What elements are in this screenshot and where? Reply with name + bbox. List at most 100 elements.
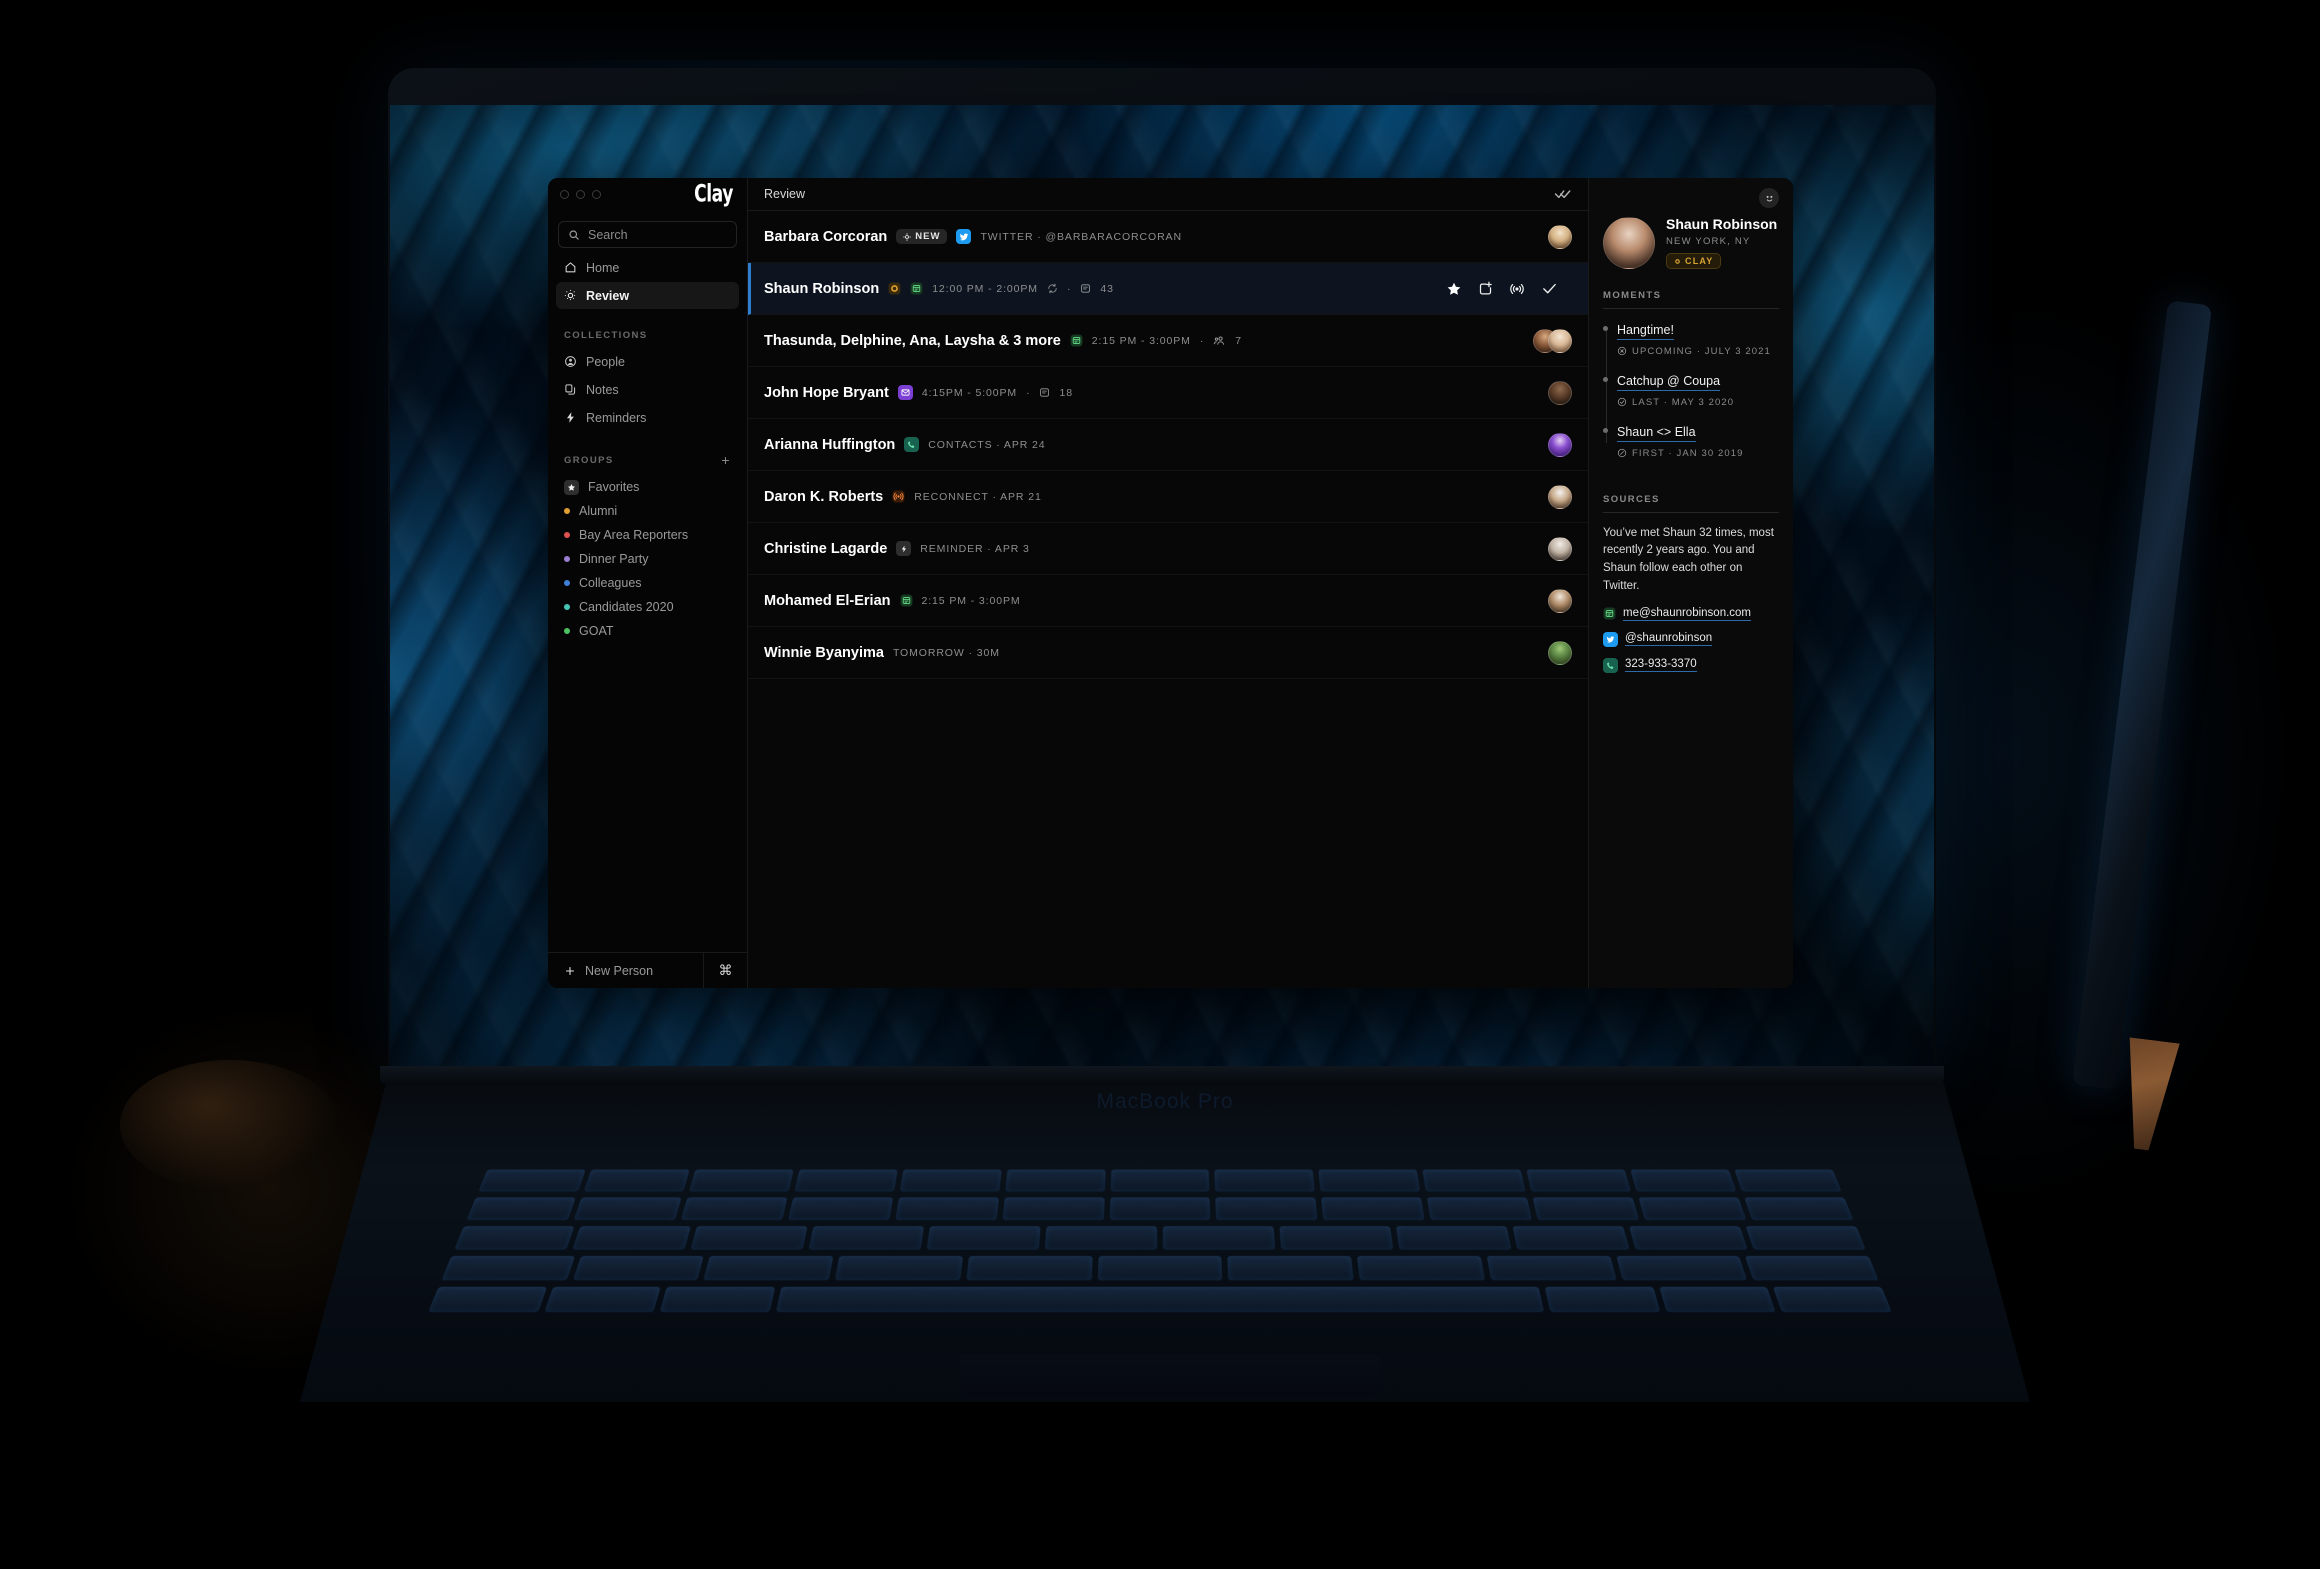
- source-email-text: me@shaunrobinson.com: [1623, 606, 1752, 621]
- table-row[interactable]: Mohamed El-Erian 2:15 PM - 3:00PM: [748, 575, 1588, 627]
- key: [1110, 1169, 1210, 1192]
- keyboard-row: [441, 1255, 1879, 1281]
- contact-name: Arianna Huffington: [764, 436, 896, 453]
- primary-nav: Home Review: [548, 254, 747, 310]
- zoom-button[interactable]: [592, 190, 601, 199]
- sidebar-group-label: Favorites: [588, 480, 640, 494]
- sidebar-item-review[interactable]: Review: [556, 282, 739, 309]
- avatar: [1548, 536, 1572, 561]
- group-color-dot: [564, 604, 570, 610]
- source-email[interactable]: me@shaunrobinson.com: [1603, 607, 1779, 621]
- groups-header-label: GROUPS: [564, 454, 614, 466]
- group-color-dot: [564, 580, 570, 586]
- stylus: [2072, 300, 2212, 1090]
- source-phone[interactable]: 323-933-3370: [1603, 657, 1779, 673]
- contact-name: Thasunda, Delphine, Ana, Laysha & 3 more: [764, 332, 1061, 349]
- recurring-icon: [1047, 283, 1058, 294]
- row-meta: 4:15PM - 5:00PM: [921, 386, 1018, 399]
- sidebar-item-people[interactable]: People: [556, 348, 739, 375]
- divider: [1603, 307, 1779, 309]
- list-item[interactable]: Shaun <> Ella FIRST · JAN 30 2019: [1603, 423, 1779, 459]
- calendar-icon: [1603, 607, 1616, 620]
- phone-icon: [1603, 657, 1618, 673]
- avatar: [1548, 432, 1572, 457]
- row-meta: TOMORROW · 30M: [892, 646, 1000, 659]
- traffic-lights[interactable]: [560, 190, 601, 199]
- add-group-button[interactable]: +: [721, 452, 731, 468]
- collections-list: People Notes Reminders: [548, 348, 747, 432]
- double-check-icon[interactable]: [1554, 185, 1572, 203]
- list-item[interactable]: Catchup @ Coupa LAST · MAY 3 2020: [1603, 372, 1779, 408]
- key: [441, 1255, 575, 1281]
- sun-icon: [564, 289, 577, 302]
- command-shortcut-button[interactable]: ⌘: [703, 953, 747, 988]
- table-row[interactable]: Shaun Robinson 12:00 PM - 2:00PM · 43: [748, 263, 1588, 315]
- sidebar-group-dinner-party[interactable]: Dinner Party: [548, 547, 747, 571]
- key: [1002, 1197, 1105, 1221]
- key: [690, 1226, 808, 1250]
- page-title: Review: [764, 187, 805, 201]
- table-row[interactable]: Winnie Byanyima TOMORROW · 30M: [748, 627, 1588, 679]
- new-person-button[interactable]: New Person: [548, 964, 703, 978]
- star-icon[interactable]: [1446, 281, 1462, 297]
- key: [926, 1226, 1041, 1250]
- key: [1109, 1197, 1211, 1221]
- key: [478, 1169, 586, 1192]
- moment-subtitle: FIRST · JAN 30 2019: [1617, 448, 1779, 459]
- sidebar-group-candidates-2020[interactable]: Candidates 2020: [548, 595, 747, 619]
- key: [1357, 1255, 1486, 1281]
- keyboard-row: [428, 1286, 1892, 1313]
- table-row[interactable]: Arianna Huffington CONTACTS · APR 24: [748, 419, 1588, 471]
- close-button[interactable]: [560, 190, 569, 199]
- table-row[interactable]: Daron K. Roberts RECONNECT · APR 21: [748, 471, 1588, 523]
- keyboard-row: [478, 1169, 1842, 1192]
- table-row[interactable]: John Hope Bryant 4:15PM - 5:00PM · 18: [748, 367, 1588, 419]
- contact-name: Barbara Corcoran: [764, 228, 888, 245]
- home-icon: [564, 261, 577, 274]
- sidebar-group-favorites[interactable]: Favorites: [548, 475, 747, 499]
- key: [1615, 1255, 1748, 1281]
- avatar: [1548, 380, 1572, 405]
- search-input[interactable]: Search: [558, 221, 737, 248]
- check-circle-icon: [1617, 397, 1627, 407]
- key: [899, 1169, 1002, 1192]
- laptop-hinge: [380, 1066, 1944, 1084]
- minimize-button[interactable]: [576, 190, 585, 199]
- source-twitter[interactable]: @shaunrobinson: [1603, 631, 1779, 647]
- check-icon[interactable]: [1541, 280, 1558, 297]
- key: [1744, 1197, 1854, 1221]
- table-row[interactable]: Barbara Corcoran NEW TWITTER · @BARBARAC…: [748, 211, 1588, 263]
- sidebar-item-home[interactable]: Home: [556, 254, 739, 281]
- add-to-group-icon[interactable]: [1478, 281, 1493, 296]
- key: [1773, 1286, 1892, 1313]
- source-twitter-text: @shaunrobinson: [1625, 632, 1713, 647]
- source-phone-text: 323-933-3370: [1625, 658, 1697, 673]
- row-action-group: [1446, 280, 1572, 297]
- sidebar-item-reminders[interactable]: Reminders: [556, 404, 739, 431]
- row-meta-separator: ·: [1026, 386, 1031, 399]
- notes-count-icon: [1039, 387, 1050, 398]
- reconnect-icon[interactable]: [1509, 281, 1525, 297]
- key: [834, 1255, 963, 1281]
- sidebar-group-alumni[interactable]: Alumni: [548, 499, 747, 523]
- contact-detail-panel: Shaun Robinson NEW YORK, NY CLAY MOMENTS…: [1588, 178, 1793, 988]
- sidebar-group-bay-area-reporters[interactable]: Bay Area Reporters: [548, 523, 747, 547]
- key: [1097, 1255, 1223, 1281]
- x-circle-icon: [1617, 346, 1627, 356]
- moment-subtitle-text: FIRST · JAN 30 2019: [1632, 447, 1744, 459]
- sidebar-group-colleagues[interactable]: Colleagues: [548, 571, 747, 595]
- row-meta-count: 7: [1235, 334, 1242, 347]
- smiley-icon[interactable]: [1759, 188, 1779, 208]
- table-row[interactable]: Christine Lagarde REMINDER · APR 3: [748, 523, 1588, 575]
- notes-count-icon: [1080, 283, 1091, 294]
- row-meta-count: 18: [1059, 386, 1073, 399]
- key: [428, 1286, 547, 1313]
- key: [1318, 1169, 1421, 1192]
- sidebar-group-goat[interactable]: GOAT: [548, 619, 747, 643]
- table-row[interactable]: Thasunda, Delphine, Ana, Laysha & 3 more…: [748, 315, 1588, 367]
- avatar: [1548, 484, 1572, 509]
- key: [895, 1197, 999, 1221]
- list-item[interactable]: Hangtime! UPCOMING · JULY 3 2021: [1603, 321, 1779, 357]
- key: [1227, 1255, 1354, 1281]
- sidebar-item-notes[interactable]: Notes: [556, 376, 739, 403]
